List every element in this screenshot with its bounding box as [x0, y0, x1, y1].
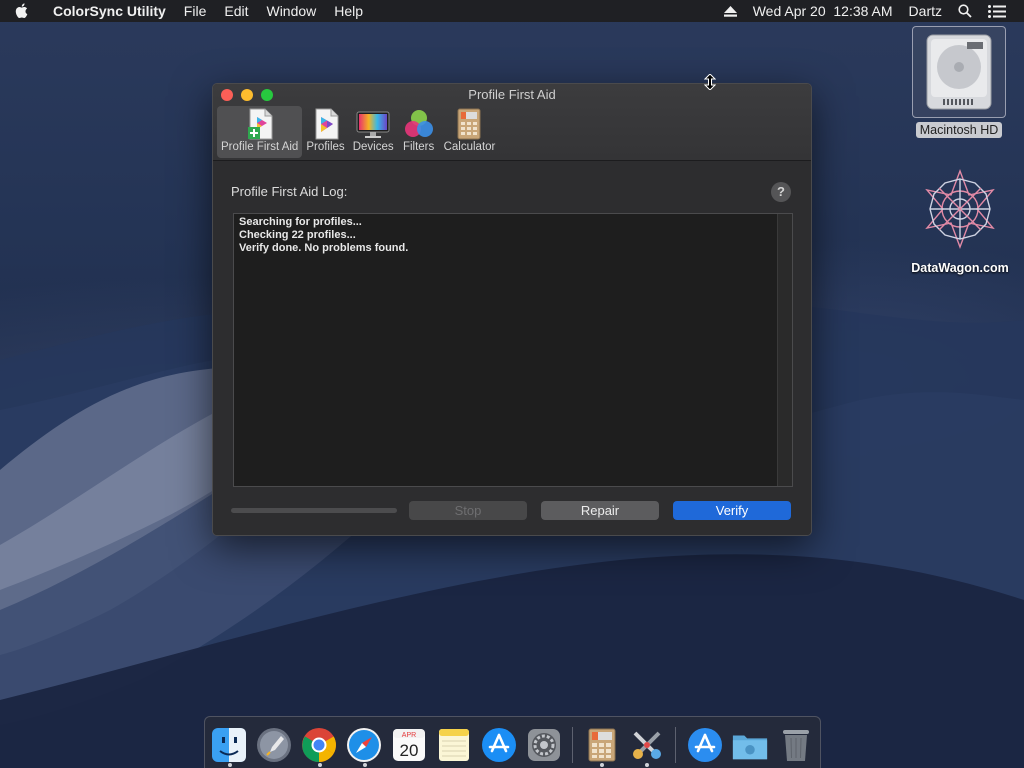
datawagon-logo-icon	[925, 169, 995, 249]
eject-icon[interactable]	[716, 5, 745, 17]
dock: APR 20	[204, 716, 821, 768]
dock-app-store[interactable]	[481, 723, 518, 767]
app-menu[interactable]: ColorSync Utility	[44, 0, 175, 22]
log-scrollbar[interactable]	[777, 214, 792, 486]
dock-calendar[interactable]: APR 20	[391, 723, 428, 767]
help-menu[interactable]: Help	[325, 0, 372, 22]
verify-button[interactable]: Verify	[673, 501, 791, 520]
dock-utilities[interactable]	[628, 723, 665, 767]
finder-icon	[212, 727, 247, 762]
app-store-icon	[481, 727, 516, 762]
file-menu[interactable]: File	[175, 0, 216, 22]
log-text-view[interactable]: Searching for profiles... Checking 22 pr…	[233, 213, 793, 487]
dock-separator	[572, 726, 574, 763]
calendar-icon: APR 20	[393, 728, 426, 761]
notification-center-icon[interactable]	[980, 4, 1014, 18]
dock-applications-folder[interactable]	[686, 723, 723, 767]
chrome-icon	[302, 727, 337, 762]
dock-launchpad[interactable]	[256, 723, 293, 767]
devices-icon	[356, 108, 390, 140]
toolbar: Profile First Aid Profiles Devices Filte…	[217, 106, 499, 158]
profile-first-aid-window: Profile First Aid Profile First Aid Prof…	[212, 83, 812, 536]
filters-icon	[402, 108, 436, 140]
dock-separator	[675, 726, 677, 763]
running-indicator	[317, 762, 322, 767]
help-button[interactable]: ?	[771, 182, 791, 202]
window-menu[interactable]: Window	[257, 0, 325, 22]
trash-icon	[782, 729, 809, 761]
applications-folder-icon	[687, 727, 722, 762]
safari-icon	[347, 727, 382, 762]
running-indicator	[228, 762, 232, 767]
apple-menu-icon[interactable]	[14, 3, 44, 19]
spotlight-search-icon[interactable]	[950, 4, 980, 18]
status-area: Wed Apr 20 12:38 AM Dartz	[716, 3, 1024, 19]
window-titlebar[interactable]: Profile First Aid Profile First Aid Prof…	[213, 84, 811, 161]
running-indicator	[600, 762, 605, 767]
tab-label: Filters	[402, 141, 435, 153]
window-title: Profile First Aid	[468, 87, 556, 102]
log-lines: Searching for profiles... Checking 22 pr…	[239, 216, 408, 255]
tab-profile-first-aid[interactable]: Profile First Aid	[217, 106, 303, 158]
tab-profiles[interactable]: Profiles	[302, 106, 348, 158]
log-line: Searching for profiles...	[239, 216, 362, 228]
dock-system-preferences[interactable]	[525, 723, 562, 767]
log-title: Profile First Aid Log:	[231, 184, 348, 199]
window-content: Profile First Aid Log: ? Searching for p…	[213, 161, 811, 535]
desktop-icon-label: DataWagon.com	[911, 261, 1009, 275]
desktop-icon-datawagon[interactable]: DataWagon.com	[900, 168, 1020, 275]
tab-label: Devices	[352, 141, 394, 153]
log-line: Checking 22 profiles...	[239, 229, 356, 241]
tab-label: Profile First Aid	[221, 141, 299, 153]
calendar-month: APR	[402, 732, 416, 739]
log-line: Verify done. No problems found.	[239, 242, 409, 254]
utilities-icon	[632, 731, 661, 759]
progress-bar	[231, 508, 397, 513]
tab-label: Profiles	[306, 141, 345, 153]
dock-chrome[interactable]	[301, 723, 338, 767]
dock-colorsync-utility[interactable]	[583, 723, 620, 767]
clock[interactable]: Wed Apr 20 12:38 AM	[745, 3, 901, 19]
running-indicator	[645, 762, 650, 767]
edit-menu[interactable]: Edit	[215, 0, 257, 22]
desktop-icon-macintosh-hd[interactable]: Macintosh HD	[910, 26, 1008, 139]
calendar-day: 20	[400, 741, 419, 760]
menu-bar: ColorSync Utility File Edit Window Help …	[0, 0, 1024, 22]
downloads-folder-icon	[732, 735, 768, 759]
running-indicator	[362, 762, 367, 767]
desktop-icon-label: Macintosh HD	[915, 122, 1003, 138]
profiles-icon	[309, 108, 343, 140]
dock-downloads-folder[interactable]	[731, 723, 769, 767]
dock-finder[interactable]	[211, 723, 248, 767]
first-aid-icon	[243, 108, 277, 140]
calculator-icon	[452, 108, 486, 140]
notes-icon	[439, 728, 470, 761]
tab-label: Calculator	[443, 141, 496, 153]
tab-filters[interactable]: Filters	[398, 106, 440, 158]
hard-drive-icon	[926, 34, 992, 110]
dock-trash[interactable]	[777, 723, 814, 767]
dock-notes[interactable]	[436, 723, 473, 767]
launchpad-icon	[257, 727, 292, 762]
user-menu[interactable]: Dartz	[901, 3, 950, 19]
colorsync-icon	[588, 728, 616, 761]
tab-devices[interactable]: Devices	[349, 106, 398, 158]
resize-cursor-icon	[704, 74, 716, 90]
repair-button[interactable]: Repair	[541, 501, 659, 520]
stop-button[interactable]: Stop	[409, 501, 527, 520]
tab-calculator[interactable]: Calculator	[440, 106, 500, 158]
dock-safari[interactable]	[346, 723, 383, 767]
system-preferences-icon	[527, 728, 560, 761]
